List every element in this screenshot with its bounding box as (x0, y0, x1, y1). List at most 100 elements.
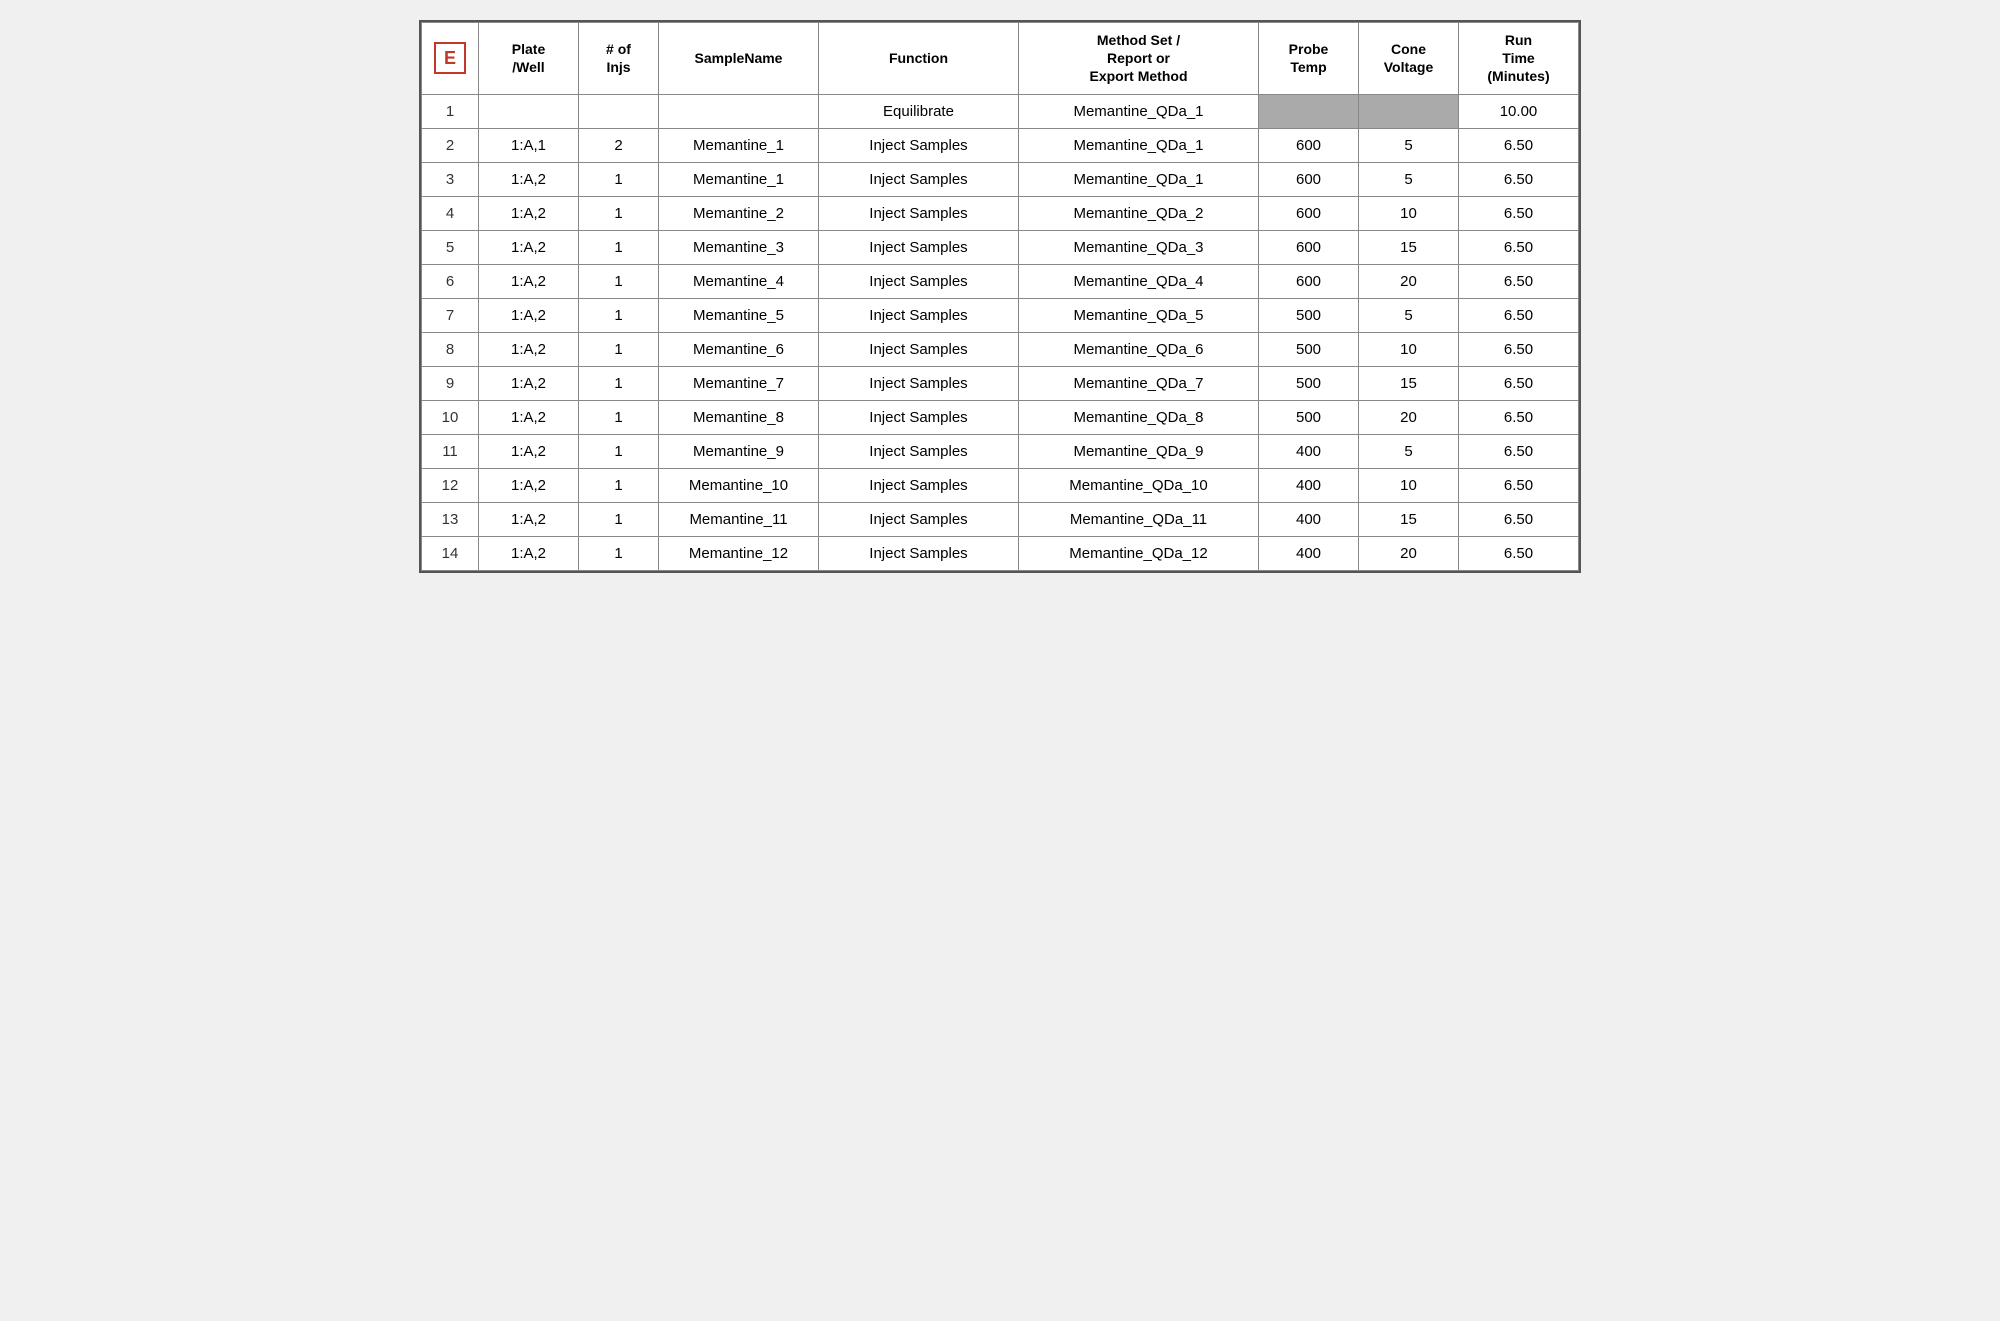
method-set[interactable]: Memantine_QDa_9 (1019, 434, 1259, 468)
probe-temp[interactable]: 600 (1259, 230, 1359, 264)
function-cell[interactable]: Inject Samples (819, 332, 1019, 366)
table-row[interactable]: 51:A,21Memantine_3Inject SamplesMemantin… (422, 230, 1579, 264)
num-injections[interactable]: 1 (579, 162, 659, 196)
row-number[interactable]: 2 (422, 128, 479, 162)
cone-voltage[interactable]: 5 (1359, 128, 1459, 162)
run-time[interactable]: 6.50 (1459, 536, 1579, 570)
run-time[interactable]: 6.50 (1459, 366, 1579, 400)
row-number[interactable]: 8 (422, 332, 479, 366)
table-row[interactable]: 71:A,21Memantine_5Inject SamplesMemantin… (422, 298, 1579, 332)
run-time[interactable]: 6.50 (1459, 162, 1579, 196)
sample-name[interactable]: Memantine_12 (659, 536, 819, 570)
num-injections[interactable]: 1 (579, 468, 659, 502)
num-injections[interactable]: 2 (579, 128, 659, 162)
table-row[interactable]: 121:A,21Memantine_10Inject SamplesMemant… (422, 468, 1579, 502)
row-number[interactable]: 12 (422, 468, 479, 502)
sample-name[interactable]: Memantine_5 (659, 298, 819, 332)
method-set[interactable]: Memantine_QDa_4 (1019, 264, 1259, 298)
method-set[interactable]: Memantine_QDa_3 (1019, 230, 1259, 264)
table-row[interactable]: 81:A,21Memantine_6Inject SamplesMemantin… (422, 332, 1579, 366)
run-time[interactable]: 6.50 (1459, 298, 1579, 332)
run-time[interactable]: 6.50 (1459, 264, 1579, 298)
cone-voltage[interactable]: 5 (1359, 162, 1459, 196)
sample-name[interactable]: Memantine_11 (659, 502, 819, 536)
probe-temp[interactable]: 500 (1259, 400, 1359, 434)
probe-temp[interactable]: 600 (1259, 162, 1359, 196)
table-row[interactable]: 91:A,21Memantine_7Inject SamplesMemantin… (422, 366, 1579, 400)
run-time[interactable]: 6.50 (1459, 434, 1579, 468)
probe-temp[interactable] (1259, 94, 1359, 128)
num-injections[interactable]: 1 (579, 196, 659, 230)
sample-name[interactable]: Memantine_6 (659, 332, 819, 366)
function-cell[interactable]: Inject Samples (819, 400, 1019, 434)
plate-well[interactable]: 1:A,2 (479, 366, 579, 400)
table-row[interactable]: 61:A,21Memantine_4Inject SamplesMemantin… (422, 264, 1579, 298)
cone-voltage[interactable]: 10 (1359, 332, 1459, 366)
probe-temp[interactable]: 600 (1259, 264, 1359, 298)
row-number[interactable]: 6 (422, 264, 479, 298)
table-row[interactable]: 41:A,21Memantine_2Inject SamplesMemantin… (422, 196, 1579, 230)
plate-well[interactable]: 1:A,1 (479, 128, 579, 162)
method-set[interactable]: Memantine_QDa_11 (1019, 502, 1259, 536)
function-cell[interactable]: Inject Samples (819, 502, 1019, 536)
row-number[interactable]: 4 (422, 196, 479, 230)
probe-temp[interactable]: 500 (1259, 366, 1359, 400)
function-cell[interactable]: Inject Samples (819, 230, 1019, 264)
method-set[interactable]: Memantine_QDa_12 (1019, 536, 1259, 570)
sample-name[interactable]: Memantine_9 (659, 434, 819, 468)
plate-well[interactable]: 1:A,2 (479, 468, 579, 502)
plate-well[interactable]: 1:A,2 (479, 400, 579, 434)
method-set[interactable]: Memantine_QDa_6 (1019, 332, 1259, 366)
sample-name[interactable]: Memantine_4 (659, 264, 819, 298)
row-number[interactable]: 11 (422, 434, 479, 468)
plate-well[interactable]: 1:A,2 (479, 162, 579, 196)
method-set[interactable]: Memantine_QDa_8 (1019, 400, 1259, 434)
row-number[interactable]: 9 (422, 366, 479, 400)
cone-voltage[interactable]: 15 (1359, 502, 1459, 536)
probe-temp[interactable]: 600 (1259, 128, 1359, 162)
function-cell[interactable]: Inject Samples (819, 298, 1019, 332)
num-injections[interactable]: 1 (579, 502, 659, 536)
method-set[interactable]: Memantine_QDa_5 (1019, 298, 1259, 332)
run-time[interactable]: 6.50 (1459, 468, 1579, 502)
table-row[interactable]: 141:A,21Memantine_12Inject SamplesMemant… (422, 536, 1579, 570)
sample-name[interactable]: Memantine_7 (659, 366, 819, 400)
row-number[interactable]: 7 (422, 298, 479, 332)
probe-temp[interactable]: 400 (1259, 434, 1359, 468)
sample-name[interactable]: Memantine_1 (659, 162, 819, 196)
method-set[interactable]: Memantine_QDa_2 (1019, 196, 1259, 230)
num-injections[interactable]: 1 (579, 536, 659, 570)
cone-voltage[interactable]: 20 (1359, 536, 1459, 570)
plate-well[interactable] (479, 94, 579, 128)
function-cell[interactable]: Inject Samples (819, 468, 1019, 502)
cone-voltage[interactable] (1359, 94, 1459, 128)
row-number[interactable]: 13 (422, 502, 479, 536)
row-number[interactable]: 1 (422, 94, 479, 128)
function-cell[interactable]: Inject Samples (819, 536, 1019, 570)
table-row[interactable]: 21:A,12Memantine_1Inject SamplesMemantin… (422, 128, 1579, 162)
table-row[interactable]: 101:A,21Memantine_8Inject SamplesMemanti… (422, 400, 1579, 434)
num-injections[interactable] (579, 94, 659, 128)
method-set[interactable]: Memantine_QDa_1 (1019, 162, 1259, 196)
plate-well[interactable]: 1:A,2 (479, 230, 579, 264)
function-cell[interactable]: Inject Samples (819, 366, 1019, 400)
probe-temp[interactable]: 400 (1259, 502, 1359, 536)
sample-name[interactable]: Memantine_10 (659, 468, 819, 502)
plate-well[interactable]: 1:A,2 (479, 434, 579, 468)
cone-voltage[interactable]: 15 (1359, 230, 1459, 264)
num-injections[interactable]: 1 (579, 434, 659, 468)
probe-temp[interactable]: 500 (1259, 332, 1359, 366)
num-injections[interactable]: 1 (579, 230, 659, 264)
method-set[interactable]: Memantine_QDa_10 (1019, 468, 1259, 502)
cone-voltage[interactable]: 20 (1359, 264, 1459, 298)
method-set[interactable]: Memantine_QDa_1 (1019, 128, 1259, 162)
method-set[interactable]: Memantine_QDa_1 (1019, 94, 1259, 128)
table-row[interactable]: 131:A,21Memantine_11Inject SamplesMemant… (422, 502, 1579, 536)
num-injections[interactable]: 1 (579, 332, 659, 366)
run-time[interactable]: 6.50 (1459, 196, 1579, 230)
plate-well[interactable]: 1:A,2 (479, 264, 579, 298)
row-number[interactable]: 10 (422, 400, 479, 434)
method-set[interactable]: Memantine_QDa_7 (1019, 366, 1259, 400)
num-injections[interactable]: 1 (579, 400, 659, 434)
run-time[interactable]: 6.50 (1459, 128, 1579, 162)
